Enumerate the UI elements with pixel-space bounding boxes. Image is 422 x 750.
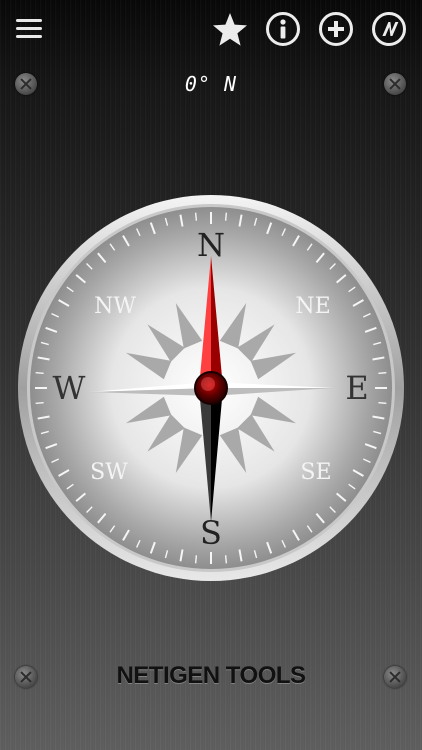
plus-icon	[328, 21, 344, 37]
tick-mark	[35, 401, 44, 405]
tick-mark	[194, 212, 198, 221]
brand-label: NETIGEN TOOLS	[116, 662, 306, 689]
needle-hub-highlight	[201, 377, 215, 391]
east-label: E	[345, 369, 368, 407]
screw-top-left	[15, 73, 37, 95]
northeast-label: NE	[295, 294, 330, 319]
tick-mark	[194, 555, 198, 564]
tick-mark	[378, 401, 387, 405]
northwest-label: NW	[94, 294, 136, 319]
menu-button[interactable]	[16, 19, 44, 41]
tick-mark	[378, 371, 387, 375]
heading-degrees: 0°	[184, 72, 211, 96]
info-icon	[280, 19, 286, 39]
heading-readout: 0° N	[171, 72, 251, 96]
favorite-button[interactable]	[211, 11, 249, 49]
tick-mark	[35, 371, 44, 375]
netigen-button[interactable]	[372, 12, 406, 46]
tick-mark	[224, 555, 228, 564]
heading-direction: N	[224, 72, 238, 96]
southwest-label: SW	[90, 460, 128, 485]
star-icon	[213, 13, 247, 46]
tick-mark	[224, 212, 228, 221]
add-button[interactable]	[319, 12, 353, 46]
southeast-label: SE	[300, 460, 331, 485]
netigen-logo-icon	[382, 22, 399, 36]
west-label: W	[53, 369, 86, 407]
screw-top-right	[384, 73, 406, 95]
compass-dial: N E S W NW NE SW SE	[18, 195, 404, 581]
top-toolbar	[0, 0, 422, 62]
info-button[interactable]	[266, 12, 300, 46]
